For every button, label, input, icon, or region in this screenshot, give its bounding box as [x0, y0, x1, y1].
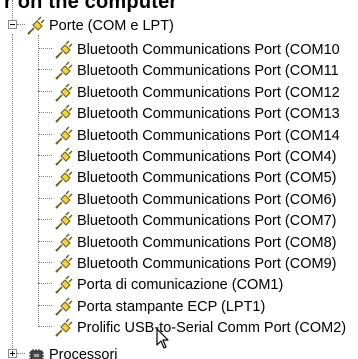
tree-node-port[interactable]: Bluetooth Communications Port (COM13: [54, 102, 341, 125]
processor-chip-icon: [29, 348, 44, 359]
tree-node-label: Prolific USB-to-Serial Comm Port (COM2): [77, 319, 347, 336]
mouse-pointer-icon: [156, 328, 169, 349]
tree-node-label: Bluetooth Communications Port (COM10: [77, 41, 340, 58]
tree-node-label: Bluetooth Communications Port (COM9): [77, 255, 337, 272]
tree-node-port[interactable]: Bluetooth Communications Port (COM8): [54, 231, 338, 254]
window-heading-fragment: r on the computer: [4, 0, 178, 13]
processors-expand-toggle[interactable]: [8, 349, 17, 358]
tree-connector: [38, 198, 52, 199]
tree-node-label: Bluetooth Communications Port (COM13: [77, 105, 340, 122]
tree-connector: [12, 34, 13, 354]
tree-node-ports[interactable]: Porte (COM e LPT): [26, 14, 175, 37]
tree-node-label: Bluetooth Communications Port (COM12: [77, 84, 340, 101]
tree-node-port[interactable]: Bluetooth Communications Port (COM14: [54, 124, 341, 147]
tree-node-processors[interactable]: Processori: [26, 343, 119, 359]
tree-connector: [38, 283, 52, 284]
port-connector-icon: [55, 233, 73, 252]
tree-node-port[interactable]: Bluetooth Communications Port (COM6): [54, 188, 338, 211]
tree-connector: [38, 69, 52, 70]
tree-connector: [38, 48, 52, 49]
port-connector-icon: [55, 168, 73, 187]
ports-collapse-toggle[interactable]: [8, 20, 17, 29]
tree-connector: [17, 24, 25, 25]
tree-node-label: Porta di comunicazione (COM1): [77, 276, 284, 293]
tree-node-label: Bluetooth Communications Port (COM11: [77, 62, 339, 79]
tree-node-port[interactable]: Bluetooth Communications Port (COM9): [54, 252, 338, 275]
tree-connector: [38, 219, 52, 220]
tree-node-port[interactable]: Bluetooth Communications Port (COM4): [54, 145, 338, 168]
tree-connector: [38, 241, 52, 242]
port-connector-icon: [27, 16, 45, 35]
tree-connector: [17, 353, 25, 354]
tree-node-label: Bluetooth Communications Port (COM5): [77, 169, 337, 186]
port-connector-icon: [55, 254, 73, 273]
port-connector-icon: [55, 211, 73, 230]
port-connector-icon: [55, 190, 73, 209]
port-connector-icon: [55, 318, 73, 337]
tree-node-port[interactable]: Bluetooth Communications Port (COM10: [54, 38, 341, 61]
tree-connector: [38, 134, 52, 135]
tree-node-port[interactable]: Porta di comunicazione (COM1): [54, 273, 284, 296]
tree-node-port[interactable]: Bluetooth Communications Port (COM5): [54, 166, 338, 189]
tree-connector: [38, 35, 39, 325]
tree-node-port[interactable]: Bluetooth Communications Port (COM12: [54, 81, 341, 104]
tree-node-label: Bluetooth Communications Port (COM7): [77, 212, 337, 229]
port-connector-icon: [55, 275, 73, 294]
port-connector-icon: [55, 61, 73, 80]
port-connector-icon: [55, 83, 73, 102]
port-connector-icon: [55, 147, 73, 166]
tree-node-label: Bluetooth Communications Port (COM4): [77, 148, 337, 165]
port-connector-icon: [55, 297, 73, 316]
tree-node-label: Bluetooth Communications Port (COM6): [77, 191, 337, 208]
tree-node-label: Bluetooth Communications Port (COM8): [77, 234, 337, 251]
tree-connector: [38, 262, 52, 263]
tree-connector: [38, 305, 52, 306]
tree-node-port[interactable]: Porta stampante ECP (LPT1): [54, 295, 266, 318]
tree-node-port[interactable]: Bluetooth Communications Port (COM7): [54, 209, 338, 232]
tree-connector: [38, 155, 52, 156]
tree-node-port[interactable]: Prolific USB-to-Serial Comm Port (COM2): [54, 316, 347, 339]
tree-node-label: Processori: [49, 346, 118, 359]
tree-connector: [38, 91, 52, 92]
port-connector-icon: [55, 126, 73, 145]
tree-node-port[interactable]: Bluetooth Communications Port (COM11: [54, 59, 340, 82]
tree-connector: [38, 176, 52, 177]
tree-node-label: Porte (COM e LPT): [49, 17, 174, 34]
tree-connector: [38, 112, 52, 113]
tree-node-label: Porta stampante ECP (LPT1): [77, 298, 266, 315]
tree-node-label: Bluetooth Communications Port (COM14: [77, 127, 340, 144]
port-connector-icon: [55, 40, 73, 59]
port-connector-icon: [55, 104, 73, 123]
tree-connector: [38, 326, 52, 327]
